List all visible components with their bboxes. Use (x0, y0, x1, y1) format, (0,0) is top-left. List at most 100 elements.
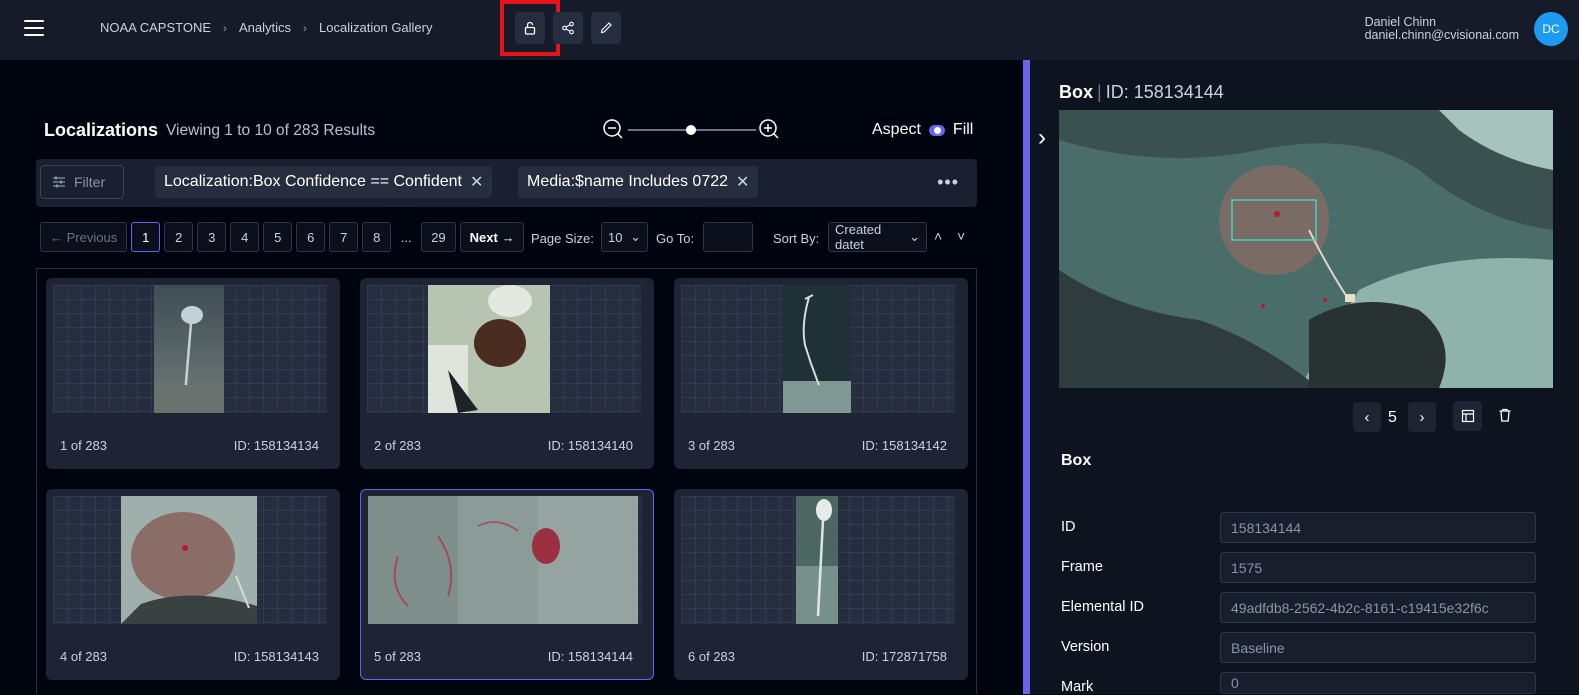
zoom-out-icon[interactable] (603, 119, 623, 139)
chevron-down-icon: ⌄ (909, 229, 920, 244)
thumbnail (367, 285, 641, 413)
panel-type: Box (1059, 82, 1094, 102)
lock-button[interactable] (515, 12, 545, 44)
gallery-card[interactable]: 6 of 283 ID: 172871758 (674, 489, 968, 680)
card-id: ID: 158134142 (861, 438, 947, 453)
grid-icon (1461, 409, 1474, 423)
menu-icon[interactable] (24, 20, 44, 36)
goto-label: Go To: (656, 231, 695, 246)
close-icon[interactable]: ✕ (470, 172, 483, 192)
elemental-id-field[interactable]: 49adfdb8-2562-4b2c-8161-c19415e32f6c (1220, 592, 1536, 623)
aspect-label: Aspect (872, 121, 921, 138)
filter-chip-label: Localization:Box Confidence == Confident (164, 173, 462, 190)
zoom-slider-handle[interactable] (686, 125, 696, 135)
thumbnail (53, 285, 327, 413)
breadcrumb-project[interactable]: NOAA CAPSTONE (100, 20, 211, 35)
card-index: 2 of 283 (374, 438, 421, 453)
thumbnail-image (121, 496, 257, 624)
page-button[interactable]: 3 (197, 222, 227, 252)
gallery-card[interactable]: 2 of 283 ID: 158134140 (360, 278, 654, 469)
gallery-card[interactable]: 4 of 283 ID: 158134143 (46, 489, 340, 680)
version-field[interactable]: Baseline (1220, 632, 1536, 663)
edit-button[interactable] (591, 12, 621, 44)
page-button[interactable]: 29 (421, 222, 456, 252)
card-index: 6 of 283 (688, 649, 735, 664)
card-id: ID: 158134144 (547, 649, 633, 664)
sort-select[interactable]: Created datet ⌄ (828, 222, 927, 252)
close-icon[interactable]: ✕ (736, 172, 749, 192)
sort-label: Sort By: (773, 231, 820, 246)
aspect-toggle-group: Aspect Fill (872, 121, 973, 139)
gallery-card[interactable]: 3 of 283 ID: 158134142 (674, 278, 968, 469)
gallery-card[interactable]: 5 of 283 ID: 158134144 (360, 489, 654, 680)
frame-field[interactable]: 1575 (1220, 552, 1536, 583)
fill-label: Fill (952, 121, 974, 138)
filter-chip[interactable]: Media:$name Includes 0722 ✕ (518, 166, 759, 198)
unlock-icon (524, 21, 536, 35)
gallery-card[interactable]: 1 of 283 ID: 158134134 (46, 278, 340, 469)
avatar[interactable]: DC (1534, 12, 1568, 46)
top-bar: NOAA CAPSTONE › Analytics › Localization… (0, 0, 1579, 60)
frame-image[interactable] (1059, 110, 1553, 388)
page-size-label: Page Size: (531, 231, 594, 246)
thumbnail (681, 496, 955, 624)
card-index: 5 of 283 (374, 649, 421, 664)
thumbnail-image (154, 285, 224, 413)
page-button[interactable]: 4 (230, 222, 260, 252)
aspect-fill-toggle[interactable] (928, 124, 945, 136)
page-button[interactable]: 8 (362, 222, 392, 252)
field-label: Version (1061, 639, 1110, 655)
filter-chip-label: Media:$name Includes 0722 (527, 173, 729, 190)
pencil-icon (600, 22, 612, 34)
card-id: ID: 158134143 (233, 649, 319, 664)
page-title: Localizations (44, 120, 159, 140)
page-button[interactable]: 2 (164, 222, 194, 252)
page-button[interactable]: 1 (131, 222, 161, 252)
more-options-icon[interactable]: ••• (937, 172, 959, 193)
panel-resize-handle[interactable] (1023, 60, 1030, 694)
zoom-in-icon[interactable] (759, 119, 779, 139)
page-ellipsis: ... (400, 229, 412, 245)
field-label: ID (1061, 519, 1076, 535)
share-button[interactable] (553, 12, 583, 44)
id-field[interactable]: 158134144 (1220, 512, 1536, 543)
zoom-control (602, 118, 782, 142)
filter-chip[interactable]: Localization:Box Confidence == Confident… (155, 166, 493, 198)
sort-descending-icon[interactable]: ˅ (957, 228, 965, 244)
previous-button[interactable]: ← Previous (40, 222, 128, 252)
pagination: ← Previous 1 2 3 4 5 6 7 8 ... 29 Next → (40, 222, 525, 252)
previous-frame-button[interactable]: ‹ (1353, 402, 1381, 432)
panel-title: Box | ID: 158134144 (1059, 82, 1224, 102)
goto-input[interactable] (703, 222, 753, 252)
card-id: ID: 158134140 (547, 438, 633, 453)
page-button[interactable]: 6 (296, 222, 326, 252)
thumbnail-image (796, 496, 838, 624)
filter-label: Filter (74, 174, 106, 190)
card-id: ID: 158134134 (233, 438, 319, 453)
card-index: 1 of 283 (60, 438, 107, 453)
user-email: daniel.chinn@cvisionai.com (1364, 28, 1519, 42)
field-label: Mark (1061, 679, 1094, 695)
view-in-media-button[interactable] (1453, 401, 1482, 431)
thumbnail (53, 496, 327, 624)
results-summary: Viewing 1 to 10 of 283 Results (166, 122, 376, 139)
breadcrumb: NOAA CAPSTONE › Analytics › Localization… (100, 20, 433, 35)
next-button[interactable]: Next → (459, 222, 525, 252)
next-frame-button[interactable]: › (1408, 402, 1436, 432)
field-label: Elemental ID (1061, 599, 1145, 615)
page-button[interactable]: 5 (263, 222, 293, 252)
filter-button[interactable]: Filter (40, 165, 124, 199)
chevron-right-icon: › (303, 20, 308, 35)
collapse-panel-icon[interactable]: › (1038, 124, 1046, 152)
sort-ascending-icon[interactable]: ˄ (934, 228, 942, 244)
share-icon (562, 21, 574, 35)
page-button[interactable]: 7 (329, 222, 359, 252)
mark-field[interactable]: 0 (1220, 672, 1536, 694)
panel-id: ID: 158134144 (1105, 82, 1224, 102)
chevron-right-icon: › (223, 20, 228, 35)
breadcrumb-gallery: Localization Gallery (319, 20, 433, 35)
user-info[interactable]: Daniel Chinn daniel.chinn@cvisionai.com (1365, 16, 1519, 42)
page-size-select[interactable]: 10 ⌄ (601, 222, 648, 252)
trash-icon[interactable] (1497, 407, 1513, 428)
breadcrumb-analytics[interactable]: Analytics (239, 20, 291, 35)
